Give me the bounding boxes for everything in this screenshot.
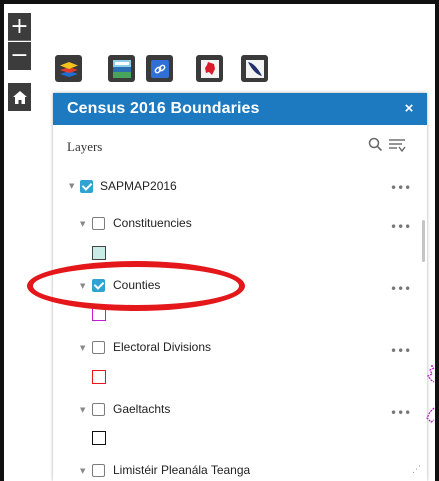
link-widget-button[interactable]: [146, 55, 173, 82]
county-boundary-fragment: [426, 365, 435, 423]
chevron-down-icon[interactable]: ▼: [80, 220, 88, 228]
legend-swatch-constituencies: [92, 246, 106, 260]
layer-row-electoral-divisions: ▼ Electoral Divisions •••: [53, 338, 413, 360]
chevron-down-icon[interactable]: ▼: [80, 344, 88, 352]
more-options-icon[interactable]: •••: [390, 406, 411, 420]
chevron-down-icon[interactable]: ▼: [80, 282, 88, 290]
legend-swatch-gaeltachts: [92, 431, 106, 445]
layer-label: SAPMAP2016: [100, 179, 177, 193]
chevron-down-icon[interactable]: ▼: [69, 182, 77, 190]
chevron-down-icon[interactable]: ▼: [80, 406, 88, 414]
census-basemap-icon: [112, 59, 131, 78]
legend-swatch-electoral-divisions: [92, 370, 106, 384]
layers-heading: Layers: [67, 139, 103, 154]
zoom-in-button[interactable]: +: [8, 13, 31, 41]
layer-checkbox-limisteir-pleanala-teanga[interactable]: [92, 464, 105, 477]
more-options-icon[interactable]: •••: [390, 282, 411, 296]
panel-title: Census 2016 Boundaries: [67, 100, 260, 117]
layer-list-widget-button[interactable]: [55, 55, 82, 82]
layer-row-constituencies: ▼ Constituencies •••: [53, 214, 413, 236]
map-frame-right: [435, 0, 439, 481]
more-options-icon[interactable]: •••: [390, 344, 411, 358]
link-icon: [150, 59, 169, 78]
close-icon[interactable]: ×: [399, 98, 419, 120]
map-pin-icon: [200, 59, 219, 78]
layer-row-counties: ▼ Counties •••: [53, 276, 413, 298]
layer-label: Constituencies: [113, 216, 192, 230]
legend-icon: [245, 59, 264, 78]
layer-label: Counties: [113, 278, 161, 292]
scrollbar[interactable]: [422, 220, 425, 262]
layer-list-icon: [59, 61, 78, 77]
search-icon[interactable]: [368, 137, 383, 152]
layer-row-gaeltachts: ▼ Gaeltachts •••: [53, 400, 413, 422]
layer-checkbox-counties[interactable]: [92, 279, 105, 292]
map-frame-top: [0, 0, 439, 4]
filter-icon[interactable]: [388, 138, 406, 153]
zoom-out-button[interactable]: −: [8, 42, 31, 70]
home-icon: [12, 90, 27, 104]
layer-row-sapmap2016: ▼ SAPMAP2016 •••: [53, 177, 413, 199]
layer-checkbox-sapmap2016[interactable]: [80, 180, 93, 193]
layer-checkbox-constituencies[interactable]: [92, 217, 105, 230]
home-button[interactable]: [8, 83, 31, 111]
map-frame-left: [0, 0, 4, 481]
legend-swatch-counties: [92, 307, 106, 321]
map-pin-widget-button[interactable]: [196, 55, 223, 82]
layer-checkbox-electoral-divisions[interactable]: [92, 341, 105, 354]
layer-checkbox-gaeltachts[interactable]: [92, 403, 105, 416]
more-options-icon[interactable]: •••: [390, 220, 411, 234]
more-options-icon[interactable]: •••: [390, 181, 411, 195]
legend-widget-button[interactable]: [241, 55, 268, 82]
chevron-down-icon[interactable]: ▼: [80, 467, 88, 475]
census-basemap-widget-button[interactable]: [108, 55, 135, 82]
layer-label: Gaeltachts: [113, 402, 171, 416]
panel-header: Census 2016 Boundaries ×: [53, 93, 427, 125]
layer-list-panel: Census 2016 Boundaries × Layers ▼ SAPMAP…: [53, 93, 427, 481]
layer-label: Limistéir Pleanála Teanga: [113, 463, 251, 477]
resize-grip-icon[interactable]: ⋰: [412, 465, 421, 475]
layer-label: Electoral Divisions: [113, 340, 212, 354]
layer-row-limisteir-pleanala-teanga: ▼ Limistéir Pleanála Teanga: [53, 461, 413, 481]
